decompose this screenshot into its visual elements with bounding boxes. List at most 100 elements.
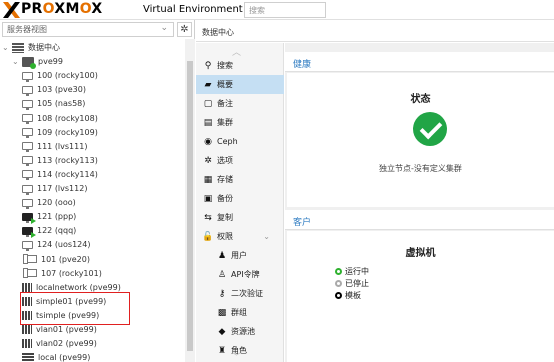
tree-item[interactable]: 101 (pve20) bbox=[23, 253, 90, 267]
nav-item-label: 搜索 bbox=[217, 61, 233, 70]
nav-item-label: 资源池 bbox=[231, 327, 255, 336]
tree-item[interactable]: 120 (ooo) bbox=[22, 196, 76, 210]
gear-icon[interactable]: ✲ bbox=[177, 22, 192, 37]
tree-item[interactable]: 114 (rocky114) bbox=[22, 168, 98, 182]
tree-item-label: local (pve99) bbox=[38, 353, 91, 362]
tree-item-label: localnetwork (pve99) bbox=[36, 282, 121, 292]
chevron-down-icon[interactable]: ⌄ bbox=[263, 227, 270, 246]
storage-icon bbox=[22, 352, 34, 362]
tree-item[interactable]: vlan01 (pve99) bbox=[22, 323, 97, 337]
tree-item[interactable]: ⌄ pve99 bbox=[12, 55, 63, 69]
nav-item[interactable]: ▤ 集群 bbox=[196, 113, 284, 132]
vm-icon bbox=[22, 170, 33, 181]
nav-item-label: API令牌 bbox=[231, 270, 260, 279]
nav-item[interactable]: ▣ 备份 bbox=[196, 189, 284, 208]
vm-icon bbox=[22, 128, 33, 139]
nav-item[interactable]: ▦ 存储 bbox=[196, 170, 284, 189]
view-selector[interactable]: 服务器视图 ⌄ bbox=[2, 22, 174, 37]
tree-item[interactable]: ⌄ 数据中心 bbox=[2, 41, 60, 55]
proxmox-logo[interactable]: PROXMOX bbox=[21, 1, 103, 17]
nav-item[interactable]: ⇆ 复制 bbox=[196, 208, 284, 227]
network-icon bbox=[22, 339, 32, 349]
network-icon bbox=[22, 325, 32, 334]
ceph-icon: ◉ bbox=[204, 137, 212, 147]
search-icon: ⚲ bbox=[204, 61, 212, 71]
config-nav: ︿ ⚲ 搜索 ▰ 概要 ▢ 备注 ▤ 集群 ◉ Ceph ✲ 选项 ▦ 存储 ▣ 备份 ⇆ 复制 🔓 权限 ⌄ ♟ 用户 ♙ A… bbox=[196, 43, 284, 362]
tree-item[interactable]: 107 (rocky101) bbox=[23, 267, 102, 281]
legend-stopped: 已停止 bbox=[335, 278, 369, 289]
tree-item[interactable]: 113 (rocky113) bbox=[22, 154, 98, 168]
nav-item[interactable]: ⚲ 搜索 bbox=[196, 56, 284, 75]
node-icon bbox=[22, 56, 36, 69]
tree-item-label: vlan02 (pve99) bbox=[36, 339, 97, 349]
tree-item[interactable]: vlan02 (pve99) bbox=[22, 337, 97, 351]
chevron-down-icon: ⌄ bbox=[160, 23, 168, 33]
tree-item-label: 数据中心 bbox=[28, 43, 60, 52]
key-icon: ⚷ bbox=[218, 289, 226, 299]
proxmox-x-icon bbox=[3, 2, 20, 18]
stopped-dot-icon bbox=[335, 280, 342, 287]
tree-item[interactable]: 105 (nas58) bbox=[22, 97, 85, 111]
tree-item[interactable]: 124 (uos124) bbox=[22, 238, 90, 252]
nav-item[interactable]: ◆ 资源池 bbox=[196, 322, 284, 341]
nav-item[interactable]: ♙ API令牌 bbox=[196, 265, 284, 284]
tree-item[interactable]: 108 (rocky108) bbox=[22, 112, 98, 126]
tree-item-label: 108 (rocky108) bbox=[37, 113, 98, 123]
nav-item-label: 用户 bbox=[231, 251, 247, 260]
status-title: 状态 bbox=[410, 94, 431, 105]
user-outline-icon: ♙ bbox=[217, 270, 227, 280]
tree-item-label: 117 (lvs112) bbox=[37, 184, 88, 193]
vm-running-icon bbox=[22, 212, 36, 224]
running-dot-icon bbox=[335, 268, 342, 275]
view-selector-label: 服务器视图 bbox=[7, 25, 47, 34]
notes-icon: ▢ bbox=[203, 99, 213, 109]
health-header: 健康 bbox=[285, 52, 554, 72]
template-dot-icon bbox=[335, 292, 342, 299]
users-icon: ▩ bbox=[217, 308, 227, 318]
nav-item-label: Ceph bbox=[217, 137, 238, 146]
nav-item-label: 集群 bbox=[217, 118, 233, 127]
tree-item-label: 124 (uos124) bbox=[37, 240, 91, 250]
database-icon: ▦ bbox=[203, 175, 213, 185]
user-icon: ♟ bbox=[217, 251, 227, 261]
male-icon: ♜ bbox=[217, 346, 227, 356]
tree-item-label: pve99 bbox=[38, 57, 63, 67]
tree-item-label: 101 (pve20) bbox=[41, 254, 90, 264]
tree-item[interactable]: 103 (pve30) bbox=[22, 83, 86, 97]
tree-item-label: 113 (rocky113) bbox=[37, 155, 98, 165]
tree-item[interactable]: 122 (qqq) bbox=[22, 224, 76, 238]
tree-item-label: 121 (ppp) bbox=[37, 212, 77, 222]
tree-item[interactable]: 100 (rocky100) bbox=[22, 69, 98, 83]
nav-item[interactable]: ⚷ 二次验证 bbox=[196, 284, 284, 303]
tree-item[interactable]: 121 (ppp) bbox=[22, 210, 76, 224]
nav-item[interactable]: ◉ Ceph bbox=[196, 132, 284, 151]
search-input[interactable]: 搜索 bbox=[244, 2, 326, 18]
nav-item[interactable]: ▰ 概要 bbox=[196, 75, 284, 94]
nav-item-label: 备份 bbox=[217, 194, 233, 203]
network-icon bbox=[22, 282, 32, 292]
tree-item[interactable]: 117 (lvs112) bbox=[22, 182, 87, 196]
resource-tree-panel: 服务器视图 ⌄ ✲ ⌄ 数据中心 ⌄ pve99 100 (rocky100) 103 (… bbox=[0, 20, 195, 362]
nav-item[interactable]: 🔓 权限 ⌄ bbox=[196, 227, 284, 246]
tree-item[interactable]: 111 (lvs111) bbox=[22, 140, 87, 154]
nav-item-label: 群组 bbox=[231, 308, 247, 317]
scrollbar-thumb[interactable] bbox=[187, 61, 193, 351]
expand-chevron-icon[interactable]: ⌄ bbox=[2, 41, 12, 55]
tree-item-label: vlan01 (pve99) bbox=[36, 325, 97, 334]
nav-item[interactable]: ♟ 用户 bbox=[196, 246, 284, 265]
scroll-down-icon[interactable]: ﹀ bbox=[232, 350, 241, 362]
tree-scrollbar[interactable] bbox=[185, 39, 195, 362]
tags-icon: ◆ bbox=[218, 327, 226, 337]
nav-item[interactable]: ▩ 群组 bbox=[196, 303, 284, 322]
vm-icon bbox=[22, 198, 33, 209]
vm-icon bbox=[22, 85, 33, 96]
nav-item[interactable]: ▢ 备注 bbox=[196, 94, 284, 113]
tree-item[interactable]: 109 (rocky109) bbox=[22, 126, 98, 140]
expand-chevron-icon[interactable]: ⌄ bbox=[12, 55, 22, 69]
tree-item[interactable]: local (pve99) bbox=[22, 351, 90, 362]
nav-item[interactable]: ✲ 选项 bbox=[196, 151, 284, 170]
breadcrumb: 数据中心 bbox=[196, 20, 554, 42]
nav-item-label: 备注 bbox=[217, 99, 233, 108]
nav-item-label: 选项 bbox=[217, 156, 233, 165]
vm-icon bbox=[22, 71, 33, 82]
